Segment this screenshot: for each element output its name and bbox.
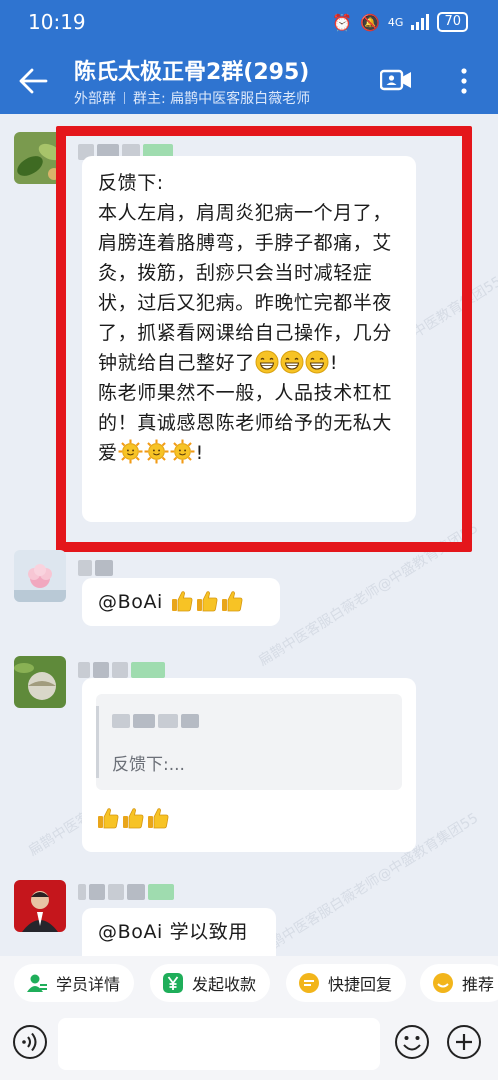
message-input[interactable]: [58, 1018, 380, 1070]
message-text: @BoAi: [98, 587, 264, 617]
thumbs-up-icon: [220, 589, 244, 613]
message-text: @BoAi 学以致用: [98, 921, 248, 943]
plus-icon[interactable]: [446, 1024, 482, 1060]
thumbs-up-icon: [146, 806, 170, 830]
student-icon: [27, 974, 47, 992]
message-input-bar: [0, 1010, 498, 1080]
chat-messages-area[interactable]: 扁鹊中医教育集团55 扁鹊中医客服白薇老师@中盛教育集团55 扁鹊中医客服白薇老…: [0, 114, 498, 956]
avatar[interactable]: [14, 880, 66, 932]
reply-message-bubble[interactable]: 反馈下:...: [82, 678, 416, 852]
red-highlight-frame: [56, 126, 472, 552]
chat-header: 陈氏太极正骨2群(295) 外部群 群主: 扁鹊中医客服白薇老师: [0, 46, 498, 114]
chip-label: 快捷回复: [328, 975, 393, 994]
alarm-icon: ⏰: [332, 12, 352, 32]
emoji-icon[interactable]: [394, 1024, 430, 1060]
thumbs-up-icon: [96, 806, 120, 830]
status-bar: 10:19 ⏰ 🔕 4G 70: [0, 0, 498, 46]
recommend-icon: [433, 973, 453, 993]
avatar[interactable]: [14, 550, 66, 602]
status-time: 10:19: [28, 10, 86, 34]
chat-subtitle: 外部群 群主: 扁鹊中医客服白薇老师: [74, 88, 310, 108]
quick-action-bar: 学员详情 发起收款 快捷回复 推荐: [0, 956, 498, 1010]
chip-label: 学员详情: [56, 975, 121, 994]
mute-icon: 🔕: [360, 12, 380, 32]
external-group-label: 外部群: [74, 91, 116, 107]
avatar[interactable]: [14, 656, 66, 708]
recommend-button[interactable]: 推荐: [420, 964, 498, 1002]
subtitle-divider: [124, 92, 125, 104]
network-label: 4G: [387, 15, 404, 29]
thumbs-up-icon: [170, 589, 194, 613]
video-call-icon[interactable]: [380, 68, 412, 92]
sender-name-blurred: [78, 662, 165, 678]
yen-icon: [163, 973, 183, 993]
signal-icon: [411, 14, 430, 30]
reply-emoji-row: [96, 806, 171, 830]
quoted-text: 反馈下:...: [112, 755, 185, 775]
battery-icon: 70: [437, 12, 468, 32]
student-details-button[interactable]: 学员详情: [14, 964, 135, 1002]
voice-input-icon[interactable]: [12, 1024, 48, 1060]
chip-label: 推荐: [462, 975, 495, 994]
quoted-sender-blurred: [112, 714, 199, 728]
chat-title[interactable]: 陈氏太极正骨2群(295): [74, 54, 309, 86]
payment-request-button[interactable]: 发起收款: [150, 964, 271, 1002]
thumbs-up-icon: [121, 806, 145, 830]
back-arrow-icon[interactable]: [18, 66, 48, 96]
sender-name-blurred: [78, 560, 113, 576]
sender-name-blurred: [78, 884, 174, 900]
message-bubble[interactable]: @BoAi: [82, 578, 280, 626]
status-icons: ⏰ 🔕 4G 70: [332, 12, 468, 32]
chip-label: 发起收款: [192, 975, 257, 994]
quick-reply-button[interactable]: 快捷回复: [286, 964, 407, 1002]
quoted-message[interactable]: 反馈下:...: [96, 694, 402, 790]
more-options-icon[interactable]: [452, 66, 476, 96]
quote-bar: [96, 706, 99, 778]
message-bubble[interactable]: @BoAi 学以致用: [82, 908, 276, 956]
quick-reply-icon: [299, 973, 319, 993]
thumbs-up-icon: [195, 589, 219, 613]
group-owner-label: 群主: 扁鹊中医客服白薇老师: [133, 91, 311, 107]
